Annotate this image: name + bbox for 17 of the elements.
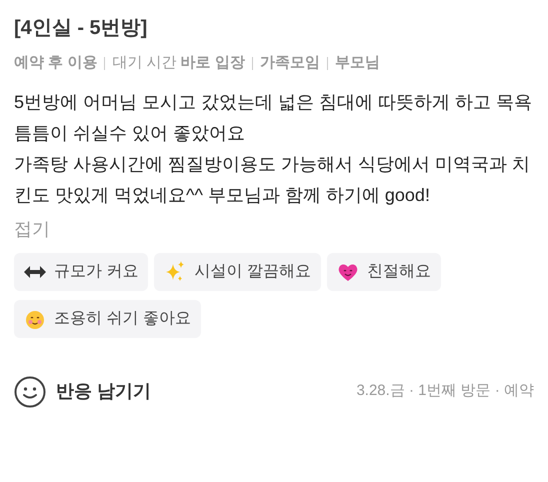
review-text: 5번방에 어머님 모시고 갔었는데 넓은 침대에 따뜻하게 하고 목욕 틈틈이 쉬실수 있어 좋았어요 [14, 90, 534, 144]
sparkles-icon [164, 260, 186, 282]
keyword-chip: 규모가 커요 [14, 252, 148, 290]
visit-info: 예약 후 이용 [14, 53, 98, 73]
smiley-icon [14, 376, 46, 408]
visit-info: 가족모임 [260, 53, 320, 73]
keyword-chip: 조용히 쉬기 좋아요 [14, 300, 201, 338]
heart-icon [336, 262, 359, 282]
visit-meta: 3.28.금 · 1번째 방문 · 예약 [356, 381, 534, 402]
reaction-button[interactable]: 반응 남기기 [14, 376, 152, 408]
visit-info: 대기 시간 바로 입장 [112, 53, 245, 73]
keyword-chip: 친절해요 [326, 252, 441, 290]
room-title: [4인실 - 5번방] [14, 16, 148, 41]
review-text: 가족탕 사용시간에 찜질방이용도 가능해서 식당에서 미역국과 치킨도 맛있게 먹었네요^^ 부모님과 함께 하기에 good! [14, 152, 532, 207]
visit-info: 부모님 [334, 53, 380, 73]
left-right-arrow-icon [24, 266, 46, 278]
keyword-chip: 시설이 깔끔해요 [154, 252, 321, 290]
